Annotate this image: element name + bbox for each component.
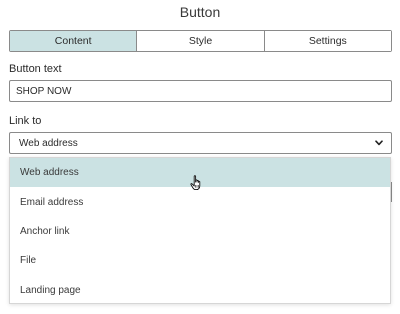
option-landing-page[interactable]: Landing page [10,276,390,305]
option-email-address[interactable]: Email address [10,187,390,216]
panel-title: Button [179,4,221,20]
link-to-select[interactable]: Web address [9,132,392,154]
option-anchor-link[interactable]: Anchor link [10,217,390,246]
button-text-input[interactable] [9,80,392,102]
link-to-selected-value: Web address [19,137,78,149]
tab-content[interactable]: Content [10,31,137,51]
hand-pointer-icon [190,175,204,191]
hidden-field-edge [391,182,392,202]
option-file[interactable]: File [10,246,390,275]
tab-bar: Content Style Settings [9,30,392,52]
button-settings-panel: Button Content Style Settings Button tex… [0,0,400,314]
tab-settings[interactable]: Settings [263,31,391,51]
button-text-label: Button text [9,63,62,75]
chevron-down-icon [375,140,383,146]
link-to-label: Link to [9,115,42,127]
tab-style[interactable]: Style [136,31,264,51]
